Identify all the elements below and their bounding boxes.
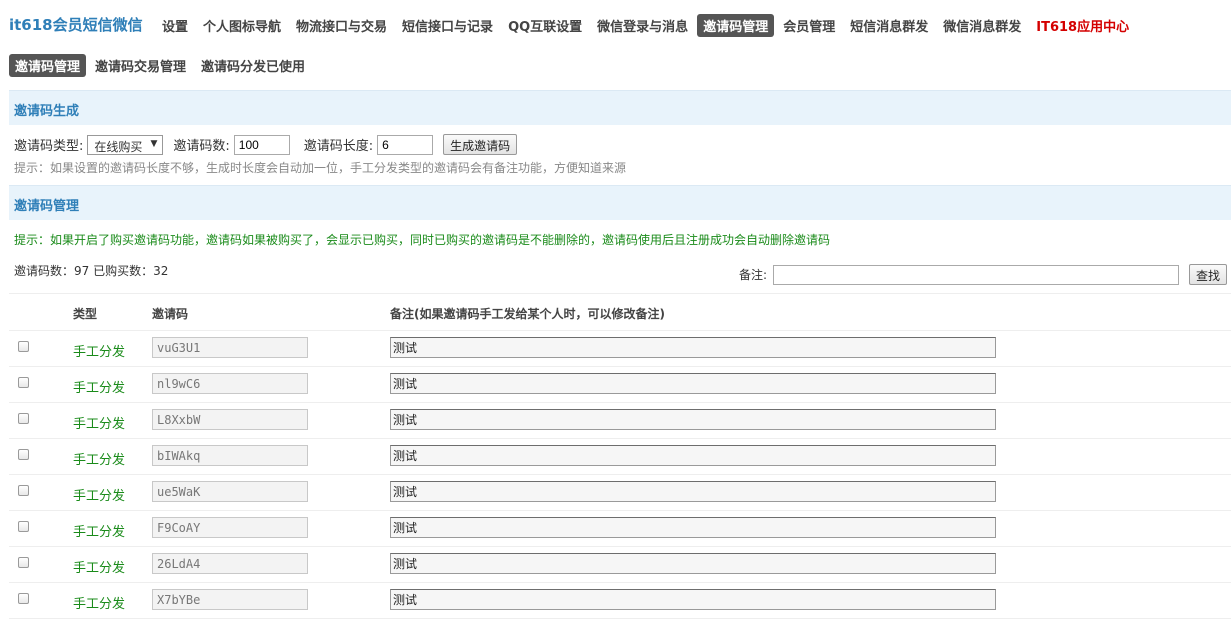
remark-search-bar: 备注: 查找 [739,264,1228,285]
row-type: 手工分发 [73,453,126,468]
row-checkbox[interactable] [18,485,29,496]
code-length-label: 邀请码长度: [303,139,374,154]
row-code-field[interactable] [152,445,308,466]
nav-item-qq[interactable]: QQ互联设置 [502,14,588,37]
code-count-label: 邀请码数: [173,139,230,154]
code-counts: 邀请码数：97 已购买数：32 [14,264,169,278]
nav-item-logistics[interactable]: 物流接口与交易 [290,14,393,37]
tab-invite-code-used[interactable]: 邀请码分发已使用 [195,54,311,77]
row-code-field[interactable] [152,481,308,502]
row-note-input[interactable] [390,409,996,430]
generate-codes-button[interactable]: 生成邀请码 [443,134,518,155]
table-row: 手工分发 [9,474,1231,511]
code-type-value: 在线购买 [94,139,143,154]
row-checkbox[interactable] [18,377,29,388]
tab-invite-code-manage[interactable]: 邀请码管理 [9,54,87,77]
row-type: 手工分发 [73,525,126,540]
row-type: 手工分发 [73,417,126,432]
app-brand[interactable]: it618会员短信微信 [9,14,143,35]
row-type: 手工分发 [73,561,126,576]
code-length-input[interactable] [377,134,434,155]
top-navigation: it618会员短信微信 设置 个人图标导航 物流接口与交易 短信接口与记录 QQ… [0,0,1231,48]
row-code-field[interactable] [152,373,308,394]
row-code-field[interactable] [152,409,308,430]
row-code-field[interactable] [152,553,308,574]
row-note-input[interactable] [390,445,996,466]
row-note-input[interactable] [390,373,996,394]
table-row: 手工分发 [9,582,1231,619]
column-header-code: 邀请码 [152,307,189,321]
row-checkbox[interactable] [18,341,29,352]
row-note-input[interactable] [390,517,996,538]
nav-item-invite-codes[interactable]: 邀请码管理 [697,14,775,37]
nav-item-members[interactable]: 会员管理 [777,14,841,37]
row-note-input[interactable] [390,337,996,358]
nav-item-wechat-login[interactable]: 微信登录与消息 [591,14,694,37]
nav-item-sms-broadcast[interactable]: 短信消息群发 [844,14,934,37]
row-checkbox[interactable] [18,521,29,532]
tab-invite-code-trade[interactable]: 邀请码交易管理 [89,54,192,77]
manage-section-title: 邀请码管理 [14,199,80,214]
row-checkbox[interactable] [18,557,29,568]
row-type: 手工分发 [73,381,126,396]
row-note-input[interactable] [390,481,996,502]
nav-item-app-center[interactable]: IT618应用中心 [1030,14,1135,37]
sub-tabs: 邀请码管理 邀请码交易管理 邀请码分发已使用 [9,54,314,77]
remark-search-input[interactable] [773,264,1180,285]
row-note-input[interactable] [390,589,996,610]
table-header: 类型 邀请码 备注(如果邀请码手工发给某个人时，可以修改备注) [9,293,1231,331]
main-nav: 设置 个人图标导航 物流接口与交易 短信接口与记录 QQ互联设置 微信登录与消息… [156,14,1138,37]
manage-section-header: 邀请码管理 [9,185,1231,220]
table-row: 手工分发 [9,330,1231,367]
remark-search-label: 备注: [739,268,768,282]
table-row: 手工分发 [9,402,1231,439]
nav-item-wechat-broadcast[interactable]: 微信消息群发 [937,14,1027,37]
table-row: 手工分发 [9,366,1231,403]
table-row: 手工分发 [9,510,1231,547]
code-count-input[interactable] [233,134,290,155]
table-row: 手工分发 [9,438,1231,475]
row-code-field[interactable] [152,517,308,538]
search-button[interactable]: 查找 [1189,264,1228,285]
table-row: 手工分发 [9,546,1231,583]
chevron-down-icon: ▼ [150,138,158,149]
row-code-field[interactable] [152,589,308,610]
code-type-label: 邀请码类型: [14,139,84,154]
row-note-input[interactable] [390,553,996,574]
nav-item-sms[interactable]: 短信接口与记录 [396,14,499,37]
column-header-type: 类型 [73,307,98,321]
nav-item-settings[interactable]: 设置 [156,14,194,37]
row-type: 手工分发 [73,345,126,360]
row-code-field[interactable] [152,337,308,358]
column-header-note: 备注(如果邀请码手工发给某个人时，可以修改备注) [390,307,665,321]
generate-hint: 提示：如果设置的邀请码长度不够，生成时长度会自动加一位，手工分发类型的邀请码会有… [14,161,627,175]
code-type-select[interactable]: 在线购买 ▼ [87,134,164,155]
generate-section-header: 邀请码生成 [9,90,1231,125]
manage-hint: 提示：如果开启了购买邀请码功能，邀请码如果被购买了，会显示已购买，同时已购买的邀… [14,233,831,247]
row-checkbox[interactable] [18,449,29,460]
generate-section-title: 邀请码生成 [14,104,80,119]
row-checkbox[interactable] [18,593,29,604]
row-type: 手工分发 [73,489,126,504]
generate-form: 邀请码类型: 在线购买 ▼ 邀请码数: 邀请码长度: 生成邀请码 [14,134,518,155]
nav-item-icon-nav[interactable]: 个人图标导航 [197,14,287,37]
row-type: 手工分发 [73,597,126,612]
row-checkbox[interactable] [18,413,29,424]
